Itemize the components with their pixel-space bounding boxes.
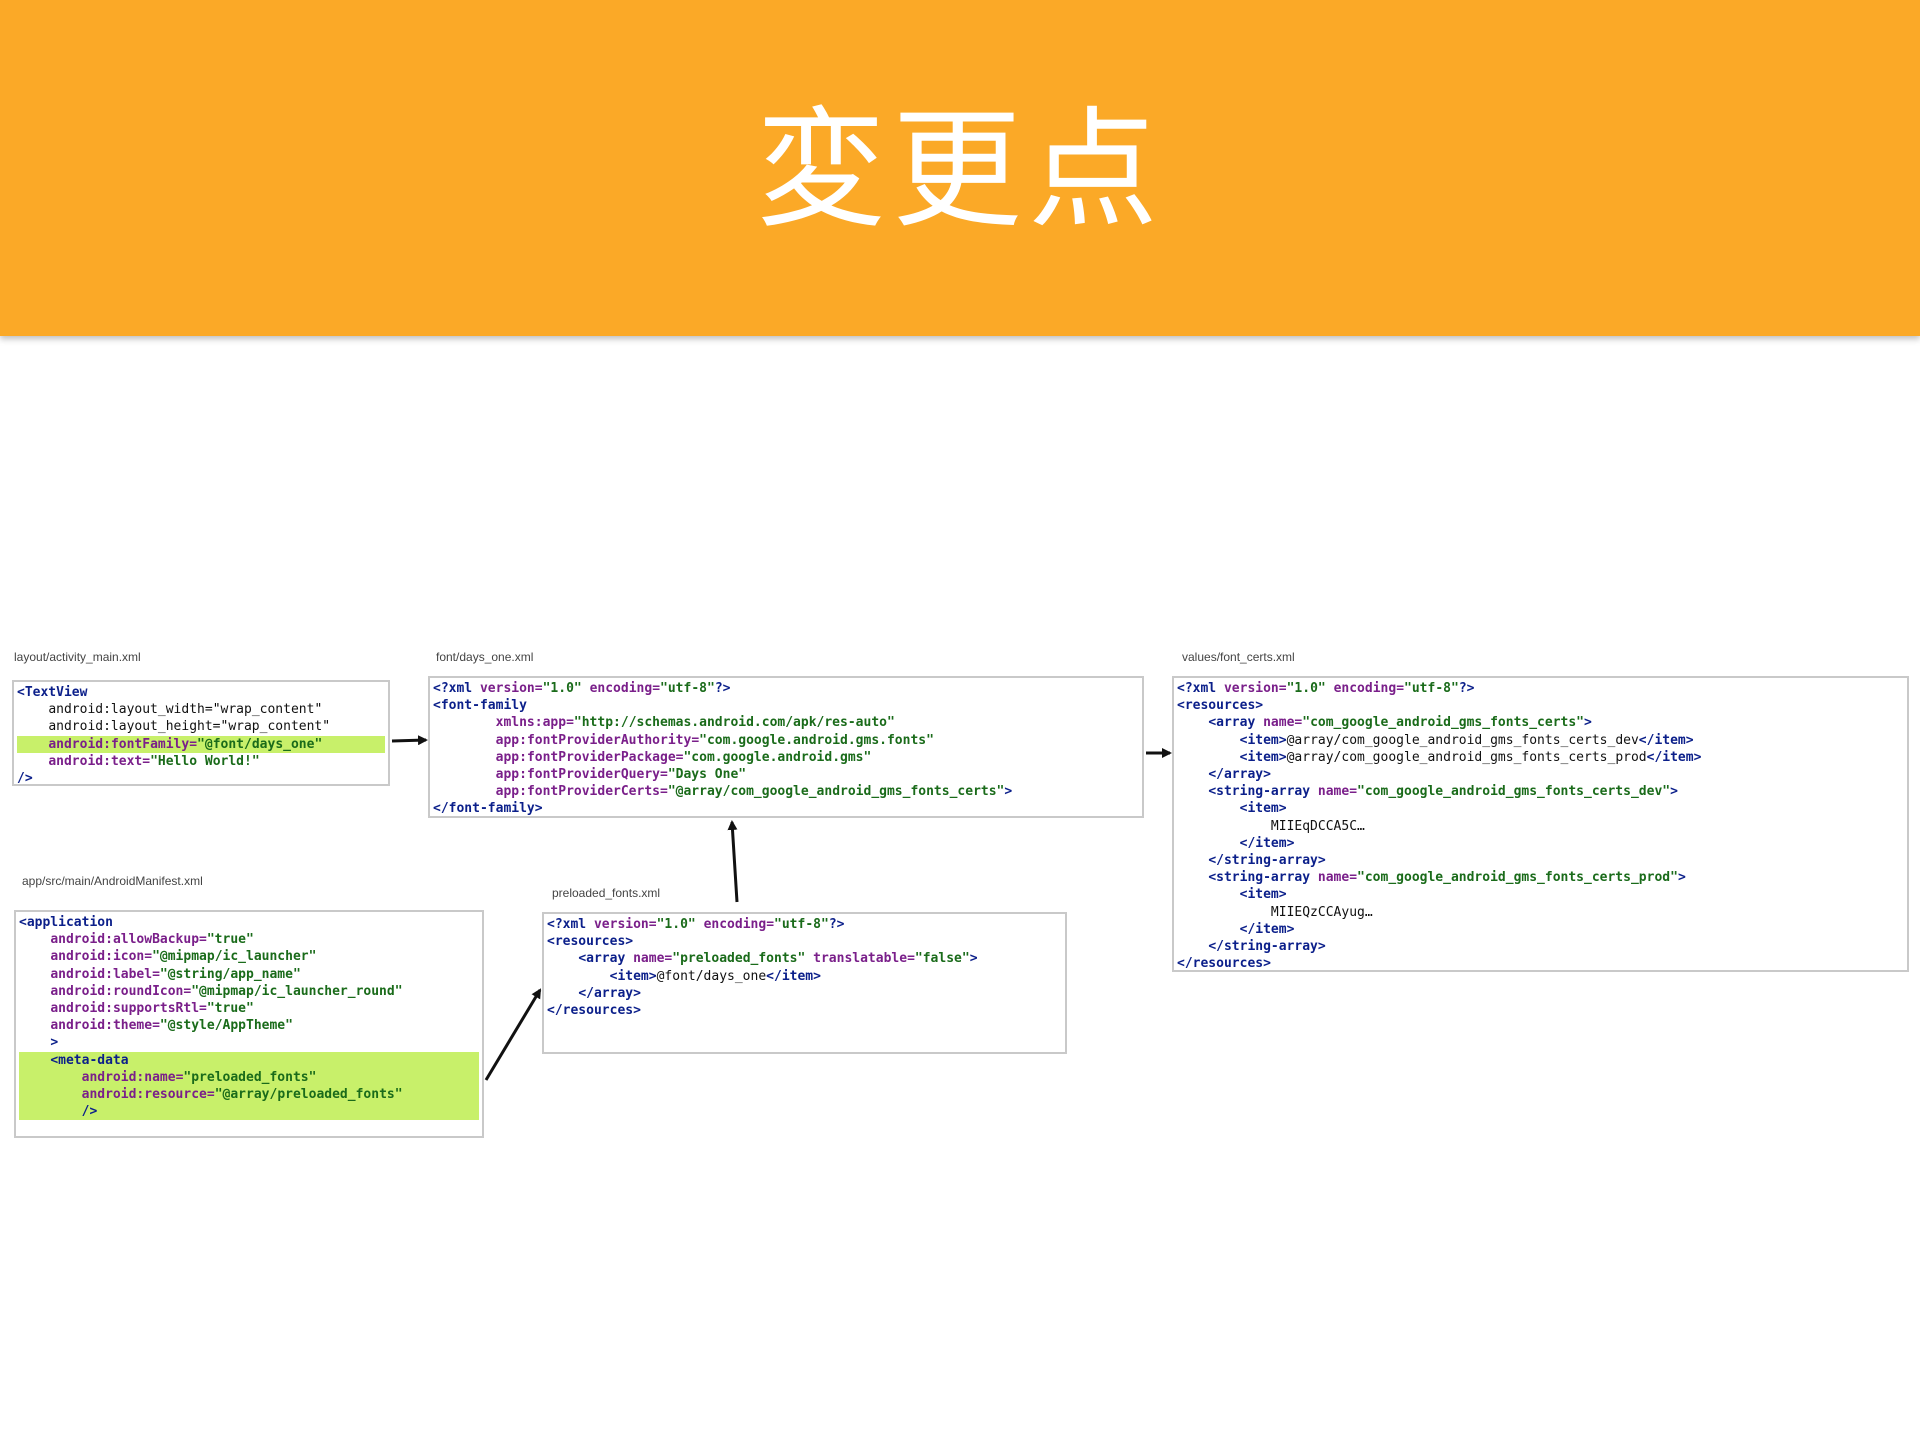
arrow-preloaded-to-font <box>727 820 739 903</box>
slide: 変更点 layout/activity_main.xml <TextView a… <box>0 0 1920 1440</box>
connector-arrows <box>391 735 1172 1081</box>
arrow-activity-to-font <box>391 735 428 746</box>
arrow-manifest-to-preloaded <box>484 988 542 1081</box>
